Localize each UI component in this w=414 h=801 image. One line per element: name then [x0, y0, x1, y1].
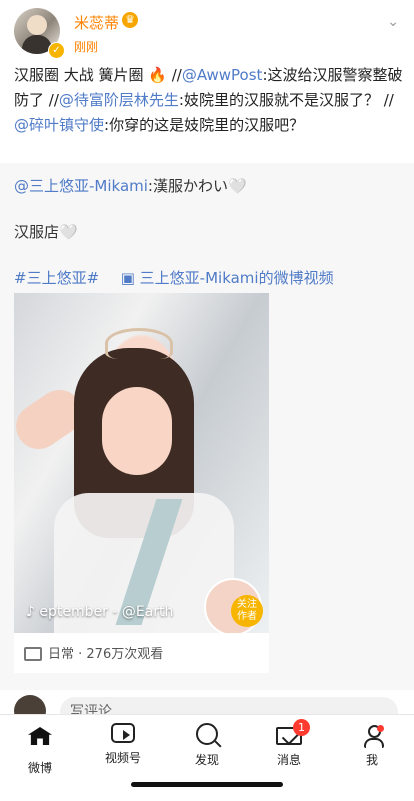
repost-author-link[interactable]: @三上悠亚-Mikami: [14, 177, 148, 195]
home-indicator: [131, 782, 283, 787]
video-meta-text: 日常 · 276万次观看: [48, 647, 164, 662]
tab-me[interactable]: 我: [337, 723, 407, 768]
mention-link[interactable]: @AwwPost: [182, 66, 263, 84]
repost-topic-line: #三上悠亚# ▣ 三上悠亚-Mikami的微博视频: [14, 267, 334, 288]
video-link[interactable]: 三上悠亚-Mikami的微博视频: [140, 269, 334, 287]
woman-face: [102, 387, 172, 475]
profile-notification-dot: [377, 725, 384, 732]
repost-line-2: 汉服店🤍: [14, 223, 78, 241]
hair-ornament: [105, 328, 173, 359]
follow-author-button[interactable]: 关注 作者: [231, 595, 263, 627]
video-card[interactable]: ♪ eptember - @Earth 关注 作者 日常 · 276万次观看: [14, 293, 269, 673]
tab-weibo[interactable]: 微博: [5, 723, 75, 776]
post-text-part: :妓院里的汉服就不是汉服了？ //: [178, 91, 394, 109]
username[interactable]: 米蕊蒂: [74, 12, 119, 33]
video-link-icon: ▣: [120, 269, 135, 287]
home-icon: [27, 727, 53, 753]
video-icon: [111, 723, 135, 743]
topic-link[interactable]: #三上悠亚#: [14, 269, 99, 287]
tab-messages[interactable]: 消息: [254, 723, 324, 768]
mention-link[interactable]: @待富阶层林先生: [59, 91, 179, 109]
repost-author-text: :漢服かわい🤍: [147, 177, 247, 195]
tab-label-discover: 发现: [194, 753, 219, 767]
repost-author-line: @三上悠亚-Mikami:漢服かわい🤍: [14, 175, 247, 196]
tab-label-me: 我: [365, 753, 378, 767]
music-label: ♪ eptember - @Earth: [26, 604, 174, 620]
post-card: ✓ 米蕊蒂 ♛ 刚刚 ⌄ 汉服圈 大战 簧片圈 🔥 //@AwwPost:这波给…: [0, 0, 414, 163]
messages-badge: 1: [293, 719, 310, 736]
post-time: 刚刚: [74, 40, 99, 54]
bottom-tab-bar: 微博 视频号 发现 消息 我 1: [0, 714, 414, 801]
tab-discover[interactable]: 发现: [172, 723, 242, 768]
video-thumbnail[interactable]: ♪ eptember - @Earth 关注 作者: [14, 293, 269, 633]
post-text: 汉服圈 大战 簧片圈 🔥 //@AwwPost:这波给汉服警察整破防了 //@待…: [14, 63, 406, 138]
tab-video[interactable]: 视频号: [88, 723, 158, 766]
chevron-down-icon[interactable]: ⌄: [387, 14, 399, 30]
crown-icon: ♛: [122, 12, 138, 28]
play-icon: [24, 646, 42, 661]
mention-link[interactable]: @碎叶镇守使: [14, 116, 104, 134]
video-meta: 日常 · 276万次观看: [24, 643, 163, 662]
tab-label-messages: 消息: [276, 753, 301, 767]
post-text-part: :你穿的这是妓院里的汉服吧？: [104, 116, 305, 134]
tab-label-weibo: 微博: [27, 761, 52, 775]
search-icon: [196, 723, 218, 745]
verified-icon: ✓: [48, 42, 65, 59]
post-text-part: 汉服圈 大战 簧片圈 🔥 //: [14, 66, 182, 84]
tab-label-video: 视频号: [104, 751, 141, 765]
